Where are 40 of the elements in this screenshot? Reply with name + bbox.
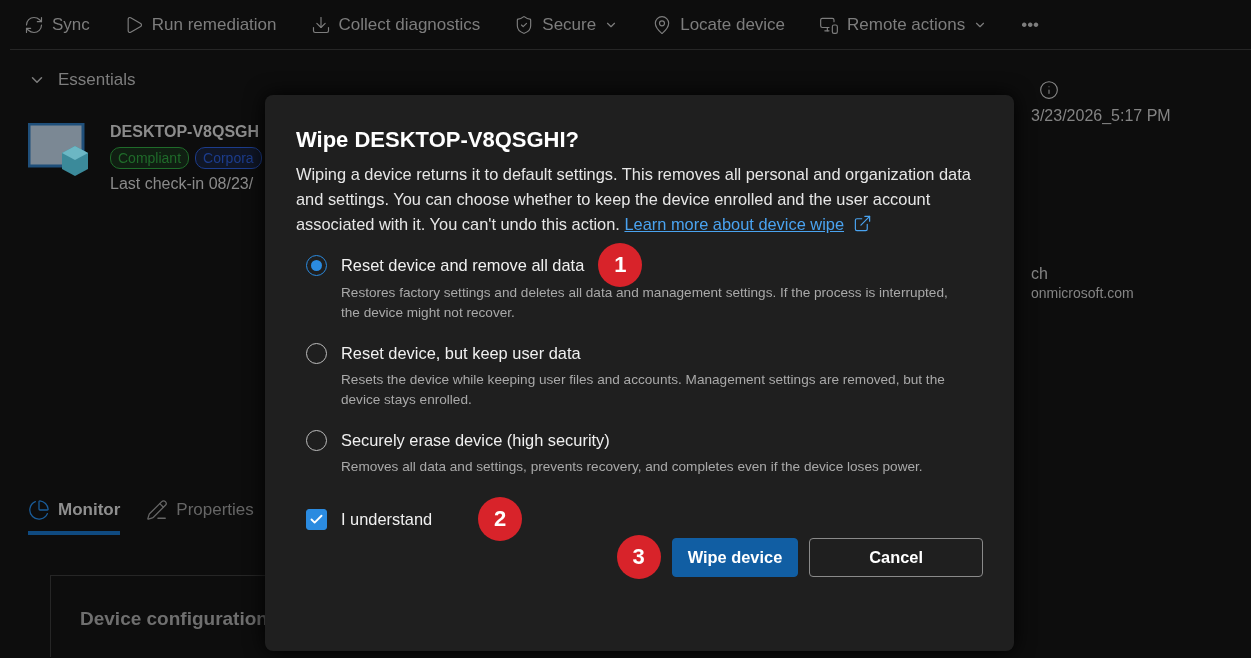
card-title: Device configuration	[80, 608, 268, 629]
tab[interactable]: Properties	[146, 489, 254, 535]
sync-icon	[24, 14, 44, 35]
chart-icon	[28, 499, 50, 521]
option-description: Restores factory settings and deletes all data and management settings. If the process is interrupted, the device might not recover.	[340, 284, 949, 322]
pencil-icon	[146, 499, 169, 521]
info-icon[interactable]	[1039, 80, 1059, 100]
last-check-in: Last check-in 08/23/	[110, 175, 255, 193]
checkbox[interactable]	[306, 508, 327, 530]
tab[interactable]: Monitor	[28, 489, 121, 535]
wipe-button[interactable]: Wipe device	[671, 537, 799, 577]
option-description: Removes all data and settings, prevents recovery, and completes even if the device loses power.	[340, 458, 924, 476]
dialog-description: Wiping a device returns it to default settings. This removes all personal and organization data and settings. You can choose whether to keep the device enrolled and the user account associated with it. You can't undo this action. Learn more about device wipe	[296, 164, 972, 235]
option-label: Reset device, but keep user data	[341, 344, 581, 363]
step-number-marker: 2	[478, 497, 523, 541]
toolbar-button[interactable]: Collect diagnostics	[310, 14, 481, 35]
user-email: onmicrosoft.com	[1031, 285, 1135, 301]
learn-more-link[interactable]: Learn more about device wipe	[624, 215, 845, 233]
status-tag: Compliant	[110, 147, 190, 169]
download-icon	[310, 14, 331, 35]
toolbar-button[interactable]: Remote actions	[819, 14, 988, 35]
cancel-button[interactable]: Cancel	[809, 537, 983, 577]
device-name: DESKTOP-V8QSGH	[110, 123, 261, 141]
user-name: ch	[1031, 265, 1049, 283]
dialog-title: Wipe DESKTOP-V8QSGHI?	[296, 127, 580, 153]
step-number-marker: 3	[616, 535, 661, 579]
toolbar-button[interactable]: Run remediation	[123, 14, 277, 35]
step-number-marker: 1	[598, 243, 643, 287]
toolbar-button[interactable]: Secure	[514, 14, 619, 35]
toolbar-button[interactable]: Sync	[24, 14, 90, 35]
option-label: Securely erase device (high security)	[341, 431, 610, 450]
toolbar-button[interactable]: Locate device	[652, 14, 786, 35]
more-button[interactable]: •••	[1021, 14, 1040, 35]
date-value: 3/23/2026_5:17 PM	[1031, 107, 1172, 125]
external-link-icon	[852, 214, 872, 233]
essentials-toggle[interactable]: Essentials	[28, 70, 136, 90]
option-description: Resets the device while keeping user files and accounts. Management settings are removed, but the device stays enrolled.	[340, 371, 946, 409]
status-tag: Corpora	[195, 147, 262, 169]
option-label: Reset device and remove all data	[341, 255, 585, 275]
checkbox-label: I understand	[341, 509, 433, 529]
